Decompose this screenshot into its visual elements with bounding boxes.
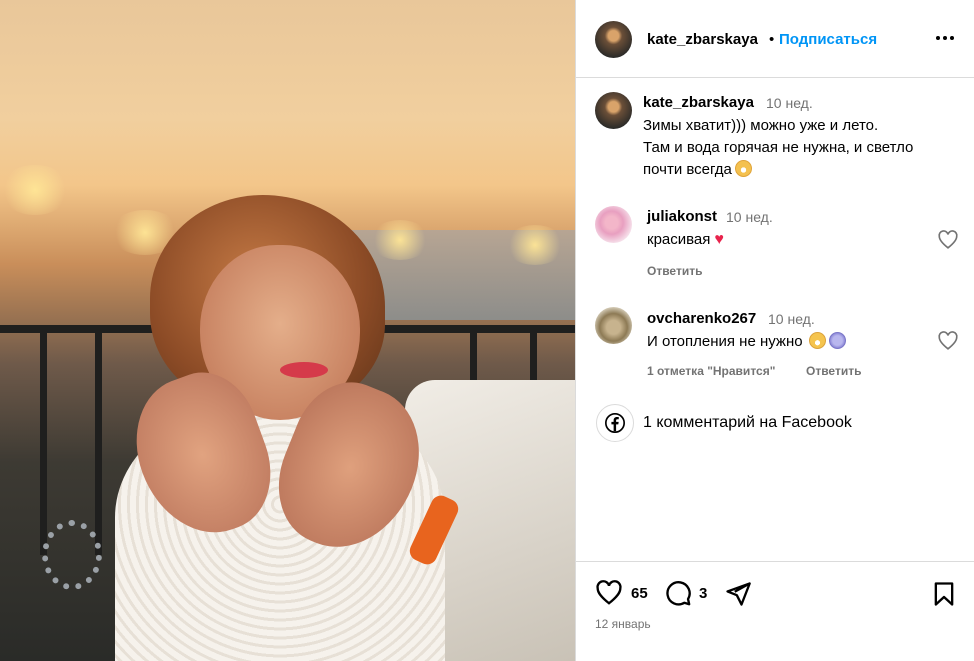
- reply-button[interactable]: Ответить: [647, 264, 702, 278]
- save-bookmark-icon[interactable]: [930, 580, 958, 608]
- comment-text: красивая ♥: [647, 231, 724, 249]
- comment-text: И отопления не нужно: [647, 332, 846, 350]
- bracelet: [42, 520, 102, 590]
- comment-likes-count[interactable]: 1 отметка "Нравится": [647, 364, 775, 378]
- facebook-comments-text[interactable]: 1 комментарий на Facebook: [643, 414, 852, 432]
- caption-line: почти всегда: [643, 161, 732, 178]
- comment-avatar-juliakonst[interactable]: [595, 206, 632, 243]
- caption-avatar[interactable]: [595, 92, 632, 129]
- likes-count[interactable]: 65: [631, 585, 648, 602]
- laughing-emoji-icon: [808, 332, 826, 349]
- caption-line-last: почти всегда: [643, 159, 963, 181]
- red-heart-emoji-icon: ♥: [714, 231, 724, 248]
- railing-post: [40, 325, 47, 555]
- follow-button[interactable]: Подписаться: [779, 31, 877, 48]
- post-actions: 65 3 12 январь: [576, 561, 974, 661]
- comments-count[interactable]: 3: [699, 585, 707, 602]
- author-username[interactable]: kate_zbarskaya: [647, 31, 758, 48]
- like-comment-icon[interactable]: [937, 229, 959, 251]
- caption-username[interactable]: kate_zbarskaya: [643, 94, 754, 111]
- lips: [280, 362, 328, 378]
- comment-icon[interactable]: [664, 579, 692, 607]
- railing-post: [95, 325, 102, 555]
- post-header: kate_zbarskaya • Подписаться: [576, 0, 974, 78]
- light-glow: [370, 220, 430, 260]
- grinning-emoji-icon: [734, 160, 752, 177]
- cold-face-emoji-icon: [828, 332, 846, 349]
- share-icon[interactable]: [724, 580, 752, 608]
- separator-dot: •: [769, 31, 775, 48]
- caption-line: Там и вода горячая не нужна, и светло: [643, 139, 914, 156]
- caption-time[interactable]: 10 нед.: [766, 95, 813, 111]
- facebook-icon: [605, 413, 625, 433]
- comment-avatar-ovcharenko267[interactable]: [595, 307, 632, 344]
- facebook-icon-circle: [596, 404, 634, 442]
- post-date[interactable]: 12 январь: [595, 617, 651, 631]
- comment-username[interactable]: juliakonst: [647, 208, 717, 225]
- comment-text-value: И отопления не нужно: [647, 333, 803, 350]
- comment-time[interactable]: 10 нед.: [768, 311, 815, 327]
- light-glow: [0, 165, 70, 215]
- like-icon[interactable]: [595, 579, 623, 607]
- caption-text: Зимы хватит))) можно уже и лето. Там и в…: [643, 115, 963, 181]
- comment-text-value: красивая: [647, 231, 711, 248]
- reply-button[interactable]: Ответить: [806, 364, 861, 378]
- more-options-icon[interactable]: [931, 28, 959, 48]
- caption-line: Зимы хватит))) можно уже и лето.: [643, 117, 879, 134]
- post-panel: kate_zbarskaya • Подписаться kate_zbarsk…: [575, 0, 974, 661]
- author-avatar[interactable]: [595, 21, 632, 58]
- comment-username[interactable]: ovcharenko267: [647, 310, 756, 327]
- post-photo[interactable]: [0, 0, 575, 661]
- comment-time[interactable]: 10 нед.: [726, 209, 773, 225]
- facebook-comments-row[interactable]: 1 комментарий на Facebook: [596, 404, 956, 442]
- like-comment-icon[interactable]: [937, 330, 959, 352]
- light-glow: [505, 225, 565, 265]
